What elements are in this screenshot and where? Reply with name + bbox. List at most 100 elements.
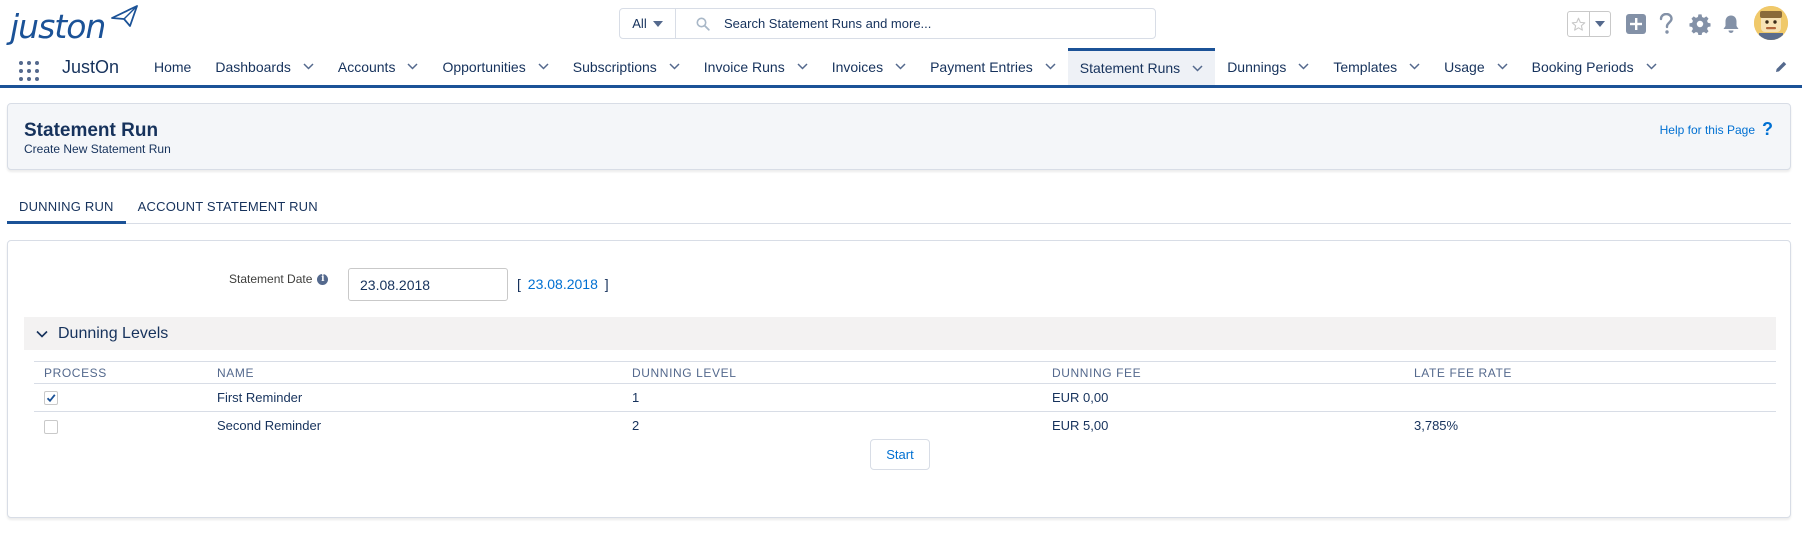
nav-item-accounts[interactable]: Accounts xyxy=(326,48,431,85)
nav-items: Home Dashboards Accounts Opportunities S… xyxy=(142,48,1669,85)
tab-dunning-run[interactable]: DUNNING RUN xyxy=(7,188,126,224)
nav-item-home[interactable]: Home xyxy=(142,48,203,85)
global-search: All xyxy=(619,8,1156,39)
caret-down-icon xyxy=(1595,21,1605,27)
statement-date-input[interactable] xyxy=(348,268,508,301)
process-checkbox[interactable] xyxy=(44,391,58,406)
statement-date-label-text: Statement Date xyxy=(229,272,313,286)
info-icon[interactable]: i xyxy=(317,273,329,285)
plus-icon xyxy=(1626,14,1646,34)
chevron-down-icon[interactable] xyxy=(1409,63,1420,70)
nav-item-invoice-runs[interactable]: Invoice Runs xyxy=(692,48,820,85)
nav-item-label: Home xyxy=(154,58,192,75)
global-header: juston All xyxy=(0,0,1802,48)
section-title: Dunning Levels xyxy=(58,324,169,342)
chevron-down-icon[interactable] xyxy=(1497,63,1508,70)
nav-item-statement-runs[interactable]: Statement Runs xyxy=(1067,48,1216,85)
favorite-star-button[interactable] xyxy=(1568,12,1590,36)
avatar-image-icon xyxy=(1754,6,1788,40)
user-avatar[interactable] xyxy=(1754,6,1788,40)
help-button[interactable] xyxy=(1656,10,1676,38)
statement-date-label: Statement Date i xyxy=(229,272,329,286)
nav-item-label: Booking Periods xyxy=(1531,58,1634,75)
tab-bar: DUNNING RUN ACCOUNT STATEMENT RUN xyxy=(7,188,1791,224)
checkmark-icon xyxy=(46,394,56,403)
nav-item-dunnings[interactable]: Dunnings xyxy=(1215,48,1321,85)
dunning-level-cell: 1 xyxy=(622,383,1042,412)
statement-date-shortcut: [ 23.08.2018 ] xyxy=(517,276,609,292)
nav-item-label: Invoices xyxy=(831,58,884,75)
help-question-icon: ? xyxy=(1762,119,1773,139)
chevron-down-icon[interactable] xyxy=(538,63,549,70)
pencil-edit-icon[interactable] xyxy=(1774,60,1788,74)
search-scope-label: All xyxy=(632,16,647,31)
question-icon xyxy=(1659,13,1673,34)
search-input[interactable] xyxy=(724,16,1124,31)
chevron-down-icon[interactable] xyxy=(407,63,418,70)
start-button[interactable]: Start xyxy=(870,439,930,470)
page-subtitle: Create New Statement Run xyxy=(24,142,171,156)
name-cell: Second Reminder xyxy=(217,418,322,434)
nav-item-label: Usage xyxy=(1444,58,1485,75)
column-header-late-fee-rate: LATE FEE RATE xyxy=(1404,361,1776,384)
chevron-down-icon[interactable] xyxy=(895,63,906,70)
chevron-down-icon[interactable] xyxy=(1192,64,1203,72)
chevron-down-icon[interactable] xyxy=(1646,63,1657,70)
global-actions-button[interactable] xyxy=(1625,10,1647,38)
nav-item-usage[interactable]: Usage xyxy=(1432,48,1519,85)
tab-label: DUNNING RUN xyxy=(19,198,114,214)
nav-item-booking-periods[interactable]: Booking Periods xyxy=(1520,48,1669,85)
bracket-open: [ xyxy=(517,276,521,292)
chevron-down-icon[interactable] xyxy=(1298,63,1309,70)
search-icon xyxy=(696,17,710,31)
nav-item-label: Dunnings xyxy=(1227,58,1287,75)
chevron-down-icon[interactable] xyxy=(303,63,314,70)
star-icon xyxy=(1571,17,1586,31)
nav-item-label: Payment Entries xyxy=(930,58,1033,75)
table-header-row: PROCESS NAME DUNNING LEVEL DUNNING FEE L… xyxy=(34,361,1776,384)
app-name: JustOn xyxy=(62,57,120,77)
help-link-label: Help for this Page xyxy=(1659,122,1755,137)
tab-label: ACCOUNT STATEMENT RUN xyxy=(137,198,318,214)
nav-item-dashboards[interactable]: Dashboards xyxy=(203,48,326,85)
dunning-run-form-card: Statement Date i [ 23.08.2018 ] Dunning … xyxy=(7,240,1791,518)
process-cell xyxy=(34,383,207,412)
nav-item-subscriptions[interactable]: Subscriptions xyxy=(561,48,692,85)
nav-item-opportunities[interactable]: Opportunities xyxy=(430,48,560,85)
name-cell: First Reminder xyxy=(207,383,622,412)
column-header-dunning-fee: DUNNING FEE xyxy=(1042,361,1404,384)
column-header-process: PROCESS xyxy=(34,361,207,384)
app-navigation-bar: JustOn Home Dashboards Accounts Opportun… xyxy=(0,48,1802,88)
chevron-down-icon[interactable] xyxy=(36,330,48,338)
nav-item-templates[interactable]: Templates xyxy=(1321,48,1432,85)
dunning-levels-section-header[interactable]: Dunning Levels xyxy=(24,317,1776,350)
nav-item-label: Opportunities xyxy=(442,58,526,75)
setup-button[interactable] xyxy=(1688,10,1712,38)
favorites-list-button[interactable] xyxy=(1590,12,1610,36)
page-header: Statement Run Create New Statement Run H… xyxy=(7,103,1791,170)
search-scope-dropdown[interactable]: All xyxy=(620,9,676,38)
table-row: First Reminder 1 EUR 0,00 xyxy=(34,383,1776,412)
tab-account-statement-run[interactable]: ACCOUNT STATEMENT RUN xyxy=(126,188,330,224)
nav-item-label: Subscriptions xyxy=(572,58,657,75)
app-launcher-grid-icon[interactable] xyxy=(17,59,41,83)
dunning-fee-cell: EUR 5,00 xyxy=(1052,418,1109,434)
nav-item-invoices[interactable]: Invoices xyxy=(820,48,918,85)
dunning-level-cell: 2 xyxy=(632,418,640,434)
help-for-page-link[interactable]: Help for this Page ? xyxy=(1660,119,1773,140)
notifications-button[interactable] xyxy=(1720,10,1742,38)
justOn-logo[interactable]: juston xyxy=(10,2,138,46)
process-checkbox[interactable] xyxy=(44,419,58,434)
nav-item-label: Statement Runs xyxy=(1079,60,1181,76)
chevron-down-icon[interactable] xyxy=(669,63,680,70)
nav-item-label: Templates xyxy=(1333,58,1398,75)
paper-plane-icon xyxy=(111,5,138,27)
chevron-down-icon[interactable] xyxy=(797,63,808,70)
nav-item-label: Dashboards xyxy=(215,58,291,75)
today-date-link[interactable]: 23.08.2018 xyxy=(528,276,598,292)
caret-down-icon xyxy=(652,20,663,27)
nav-item-label: Invoice Runs xyxy=(703,58,785,75)
dunning-levels-table: PROCESS NAME DUNNING LEVEL DUNNING FEE L… xyxy=(34,361,1776,440)
nav-item-payment-entries[interactable]: Payment Entries xyxy=(918,48,1068,85)
chevron-down-icon[interactable] xyxy=(1045,63,1056,70)
